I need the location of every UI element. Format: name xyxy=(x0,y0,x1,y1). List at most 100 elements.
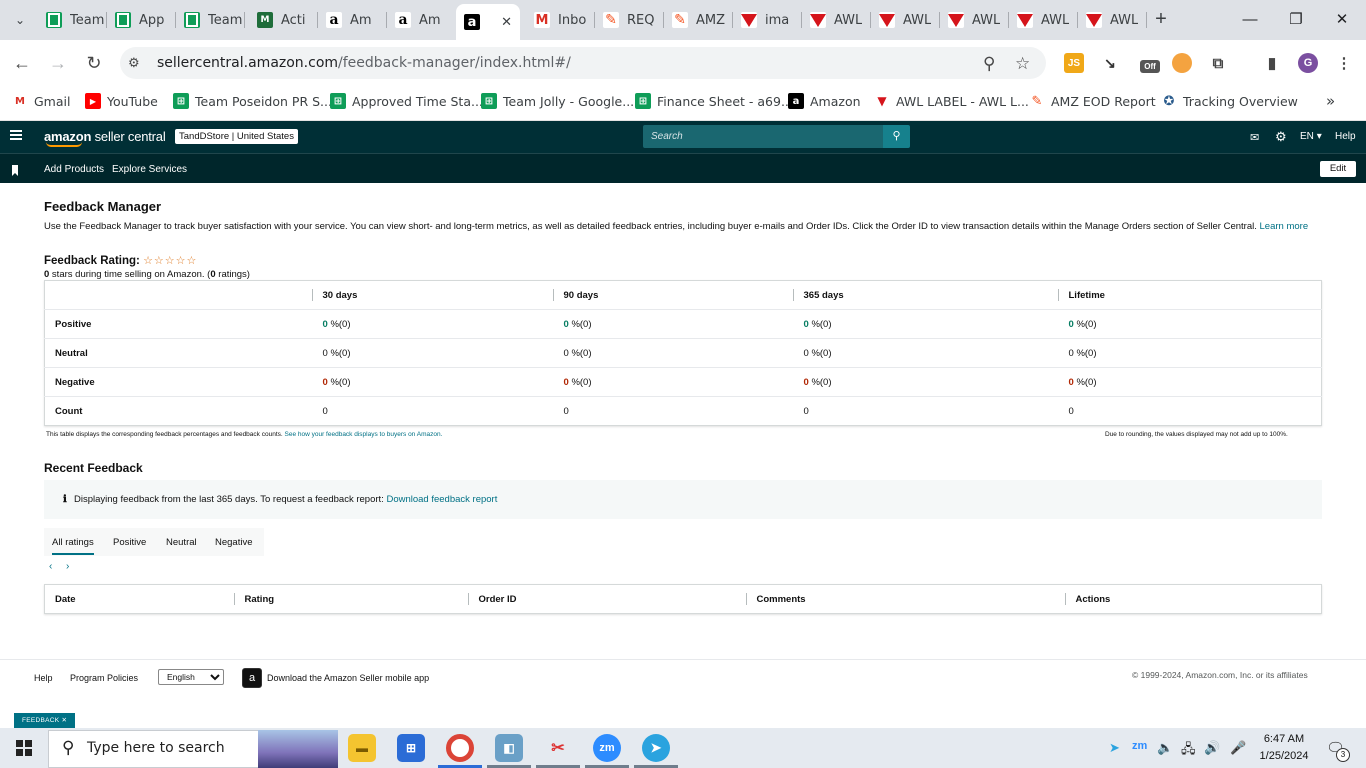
seller-search-input[interactable] xyxy=(643,125,883,148)
tab-all-ratings[interactable]: All ratings xyxy=(52,537,94,555)
forward-arrow-icon[interactable]: → xyxy=(46,51,70,75)
add-products-link[interactable]: Add Products xyxy=(44,164,104,175)
url-text[interactable]: sellercentral.amazon.com/feedback-manage… xyxy=(157,55,571,71)
zoom-icon[interactable]: ⚲ xyxy=(983,54,995,74)
site-info-icon[interactable]: ⚙ xyxy=(128,55,140,71)
browser-tab[interactable]: ima xyxy=(733,6,802,34)
browser-tab[interactable]: a Am xyxy=(318,6,387,34)
browser-tab[interactable]: App xyxy=(107,6,176,34)
browser-tab[interactable]: ✎ REQ xyxy=(595,6,664,34)
browser-tab[interactable]: AWL xyxy=(1078,6,1147,34)
language-select[interactable]: English xyxy=(158,669,224,685)
store-selector[interactable]: TandDStore | United States xyxy=(175,129,298,144)
browser-tab[interactable]: ✎ AMZ xyxy=(664,6,733,34)
browser-tab-active[interactable]: a ✕ xyxy=(456,4,520,40)
bookmark-awl-label[interactable]: ▼ AWL LABEL - AWL L... xyxy=(874,92,1029,110)
download-app-link[interactable]: Download the Amazon Seller mobile app xyxy=(267,673,429,683)
download-feedback-report-link[interactable]: Download feedback report xyxy=(386,494,497,505)
file-explorer-icon[interactable]: ▬ xyxy=(348,734,376,762)
windows-start-icon[interactable] xyxy=(16,740,32,756)
bookmark-team-jolly[interactable]: ⊞ Team Jolly - Google... xyxy=(481,92,634,110)
taskbar-clock[interactable]: 6:47 AM 1/25/2024 xyxy=(1258,731,1310,765)
column-rating[interactable]: Rating xyxy=(233,585,469,614)
microsoft-store-icon[interactable]: ⊞ xyxy=(397,734,425,762)
tab-neutral[interactable]: Neutral xyxy=(166,537,197,548)
chrome-icon[interactable] xyxy=(446,734,474,762)
bookmark-gmail[interactable]: M Gmail xyxy=(12,92,70,110)
explore-services-link[interactable]: Explore Services xyxy=(112,164,187,175)
gear-icon[interactable]: ⚙ xyxy=(1275,129,1287,145)
tab-search-chevron-icon[interactable]: ⌄ xyxy=(8,8,32,32)
bookmark-amz-eod[interactable]: ✎ AMZ EOD Report xyxy=(1029,92,1156,110)
off-extension-icon[interactable]: Off xyxy=(1140,60,1160,73)
minimize-button[interactable]: — xyxy=(1230,6,1270,34)
browser-tab[interactable]: AWL xyxy=(1009,6,1078,34)
more-bookmarks-chevron-icon[interactable]: » xyxy=(1326,92,1335,110)
amazon-dark-icon: a xyxy=(464,14,480,30)
help-link[interactable]: Help xyxy=(1335,131,1356,142)
network-icon[interactable]: 🖧 xyxy=(1181,740,1196,762)
language-selector[interactable]: EN ▾ xyxy=(1300,131,1322,142)
footer-help-link[interactable]: Help xyxy=(34,673,53,683)
reload-icon[interactable]: ↻ xyxy=(82,51,106,75)
pager-prev-chevron-icon[interactable]: ‹ xyxy=(49,561,52,572)
learn-more-link[interactable]: Learn more xyxy=(1260,221,1309,232)
mail-icon[interactable]: ✉ xyxy=(1250,131,1259,144)
program-policies-link[interactable]: Program Policies xyxy=(70,673,138,683)
volume-icon[interactable]: 🔊 xyxy=(1204,740,1220,756)
audio-tray-icon[interactable]: 🔈 xyxy=(1157,740,1173,756)
bookmark-team-poseidon[interactable]: ⊞ Team Poseidon PR S... xyxy=(173,92,332,110)
bookmark-finance-sheet[interactable]: ⊞ Finance Sheet - a69... xyxy=(635,92,793,110)
notes-app-icon[interactable]: ◧ xyxy=(495,734,523,762)
edit-button[interactable]: Edit xyxy=(1320,161,1356,177)
restore-button[interactable]: ❐ xyxy=(1276,6,1316,34)
browser-tab[interactable]: AWL xyxy=(940,6,1009,34)
telegram-tray-icon[interactable]: ➤ xyxy=(1109,740,1120,756)
side-panel-icon[interactable]: ▮ xyxy=(1262,53,1282,73)
cursor-extension-icon[interactable]: ↘ xyxy=(1100,53,1120,73)
pager-next-chevron-icon[interactable]: › xyxy=(66,561,69,572)
search-button[interactable]: ⚲ xyxy=(883,125,910,148)
microphone-icon[interactable]: 🎤 xyxy=(1230,740,1246,756)
snipping-tool-icon[interactable]: ✂ xyxy=(544,734,572,762)
table-row-neutral: Neutral 0 %(0) 0 %(0) 0 %(0) 0 %(0) xyxy=(44,338,1322,368)
browser-tab[interactable]: M Inbo xyxy=(526,6,595,34)
extensions-puzzle-icon[interactable]: ⧉ xyxy=(1208,53,1228,73)
bookmark-tracking[interactable]: ✪ Tracking Overview xyxy=(1161,92,1298,110)
firefox-extension-icon[interactable] xyxy=(1172,53,1192,73)
close-tab-icon[interactable]: ✕ xyxy=(501,15,512,30)
browser-tab[interactable]: M Acti xyxy=(249,6,318,34)
hamburger-menu-icon[interactable] xyxy=(10,130,22,140)
bookmark-approved-time[interactable]: ⊞ Approved Time Sta... xyxy=(330,92,483,110)
bookmark-amazon[interactable]: a Amazon xyxy=(788,92,861,110)
telegram-icon[interactable]: ➤ xyxy=(642,734,670,762)
bookmark-youtube[interactable]: ▶ YouTube xyxy=(85,92,158,110)
tab-negative[interactable]: Negative xyxy=(215,537,253,548)
browser-tab[interactable]: Team xyxy=(38,6,107,34)
browser-tab[interactable]: a Am xyxy=(387,6,456,34)
back-arrow-icon[interactable]: ← xyxy=(10,51,34,75)
new-tab-button[interactable]: + xyxy=(1150,8,1172,30)
column-date[interactable]: Date xyxy=(45,585,235,614)
profile-avatar[interactable]: G xyxy=(1298,53,1318,73)
caret-down-icon: ▾ xyxy=(1316,131,1322,142)
awl-icon xyxy=(741,12,757,28)
bookmark-star-icon[interactable]: ☆ xyxy=(1015,54,1030,74)
zoom-app-icon[interactable]: zm xyxy=(593,734,621,762)
browser-tab[interactable]: AWL xyxy=(871,6,940,34)
bookmark-ribbon-icon[interactable] xyxy=(12,165,18,176)
js-extension-icon[interactable]: JS xyxy=(1064,53,1084,73)
browser-tab[interactable]: Team xyxy=(176,6,245,34)
feedback-badge[interactable]: FEEDBACK ✕ xyxy=(14,713,75,728)
taskbar-search-placeholder[interactable]: Type here to search xyxy=(87,740,225,756)
close-window-button[interactable]: ✕ xyxy=(1322,6,1362,34)
amazon-smile-icon xyxy=(46,142,82,147)
zoom-tray-icon[interactable]: zm xyxy=(1132,740,1147,752)
browser-menu-icon[interactable]: ⋮ xyxy=(1334,53,1354,73)
column-comments[interactable]: Comments xyxy=(745,585,1066,614)
see-feedback-display-link[interactable]: See how your feedback displays to buyers… xyxy=(285,431,443,438)
seller-search-box[interactable] xyxy=(643,125,883,148)
column-order-id[interactable]: Order ID xyxy=(467,585,747,614)
tab-positive[interactable]: Positive xyxy=(113,537,146,548)
browser-tab[interactable]: AWL xyxy=(802,6,871,34)
